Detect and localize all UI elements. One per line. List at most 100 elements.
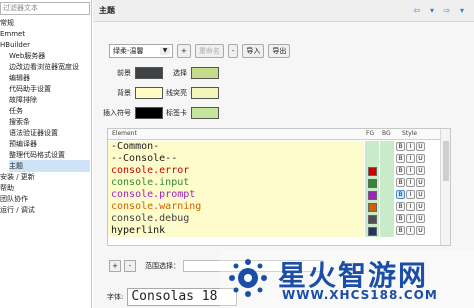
italic-toggle[interactable]: I <box>406 178 415 187</box>
italic-toggle[interactable]: I <box>406 214 415 223</box>
underline-toggle[interactable]: U <box>416 214 425 223</box>
fg-color-swatch[interactable] <box>367 178 377 188</box>
style-buttons: BIU <box>396 190 425 199</box>
italic-toggle[interactable]: I <box>406 154 415 163</box>
font-row: 字体: Consolas 18 <box>107 288 238 306</box>
bg-cell[interactable] <box>380 225 394 237</box>
bg-cell[interactable] <box>380 165 394 177</box>
header-fg: FG <box>366 130 375 137</box>
fg-color-swatch[interactable] <box>367 190 377 200</box>
underline-toggle[interactable]: U <box>416 190 425 199</box>
underline-toggle[interactable]: U <box>416 166 425 175</box>
bold-toggle[interactable]: B <box>396 202 405 211</box>
table-row[interactable]: console.debug B I U <box>108 213 450 225</box>
fg-cell[interactable] <box>365 213 379 225</box>
add-scope-button[interactable]: + <box>109 260 121 272</box>
color-settings: 前景 选择 背景 线突亮 插入符号 标签卡 <box>103 66 309 126</box>
italic-toggle[interactable]: I <box>406 226 415 235</box>
element-name: hyperlink <box>108 225 364 237</box>
header-style: Style <box>402 130 418 137</box>
background-label: 背景 <box>117 89 131 97</box>
font-label: 字体: <box>107 293 124 301</box>
page-title: 主题 <box>99 6 115 15</box>
element-name: -Common- <box>108 141 364 153</box>
bg-cell[interactable] <box>380 141 394 153</box>
bold-toggle[interactable]: B <box>396 190 405 199</box>
line-highlight-swatch[interactable] <box>191 87 219 99</box>
table-row[interactable]: console.input B I U <box>108 177 450 189</box>
fg-cell[interactable] <box>365 201 379 213</box>
italic-toggle[interactable]: I <box>406 142 415 151</box>
bg-cell[interactable] <box>380 153 394 165</box>
element-name: console.warning <box>108 201 364 213</box>
rename-theme-button[interactable]: 重命名 <box>194 44 224 58</box>
scrollbar-thumb[interactable] <box>443 141 449 181</box>
forward-arrow-icon[interactable]: ⇨ <box>441 5 453 15</box>
bold-toggle[interactable]: B <box>396 166 405 175</box>
back-arrow-icon[interactable]: ⇦ <box>411 5 423 15</box>
fg-cell[interactable] <box>365 177 379 189</box>
line-highlight-label: 线突亮 <box>166 89 187 97</box>
table-scrollbar[interactable] <box>440 129 450 245</box>
underline-toggle[interactable]: U <box>416 226 425 235</box>
underline-toggle[interactable]: U <box>416 154 425 163</box>
table-row[interactable]: hyperlink B I U <box>108 225 450 237</box>
fg-color-swatch[interactable] <box>367 226 377 236</box>
table-row[interactable]: console.warning B I U <box>108 201 450 213</box>
tab-swatch[interactable] <box>191 107 219 119</box>
bg-cell[interactable] <box>380 213 394 225</box>
fg-cell[interactable] <box>365 165 379 177</box>
bold-toggle[interactable]: B <box>396 154 405 163</box>
export-button[interactable]: 导出 <box>268 44 291 58</box>
filter-input[interactable]: 过滤器文本 <box>0 2 90 15</box>
table-row[interactable]: --Console-- B I U <box>108 153 450 165</box>
foreground-swatch[interactable] <box>135 67 163 79</box>
fg-cell[interactable] <box>365 225 379 237</box>
bold-toggle[interactable]: B <box>396 178 405 187</box>
bold-toggle[interactable]: B <box>396 142 405 151</box>
caret-swatch[interactable] <box>135 107 163 119</box>
bold-toggle[interactable]: B <box>396 214 405 223</box>
table-row[interactable]: console.error B I U <box>108 165 450 177</box>
bg-cell[interactable] <box>380 201 394 213</box>
remove-theme-button[interactable]: - <box>227 44 239 58</box>
selection-label: 选择 <box>173 69 187 77</box>
tree-item[interactable]: 运行 / 调试 <box>0 204 90 216</box>
italic-toggle[interactable]: I <box>406 202 415 211</box>
logo-icon <box>229 259 267 297</box>
bg-cell[interactable] <box>380 189 394 201</box>
remove-scope-button[interactable]: - <box>124 260 136 272</box>
element-name: --Console-- <box>108 153 364 165</box>
italic-toggle[interactable]: I <box>406 190 415 199</box>
fg-cell[interactable] <box>365 141 379 153</box>
nav-buttons: ⇦ ▾ ⇨ ▾ <box>411 5 468 15</box>
fg-color-swatch[interactable] <box>367 166 377 176</box>
fg-color-swatch[interactable] <box>367 214 377 224</box>
fg-color-swatch[interactable] <box>367 202 377 212</box>
underline-toggle[interactable]: U <box>416 178 425 187</box>
panel-header: 主题 ⇦ ▾ ⇨ ▾ <box>93 0 474 22</box>
header-element: Element <box>112 130 137 137</box>
chevron-down-icon[interactable]: ▾ <box>456 5 468 15</box>
underline-toggle[interactable]: U <box>416 202 425 211</box>
table-row[interactable]: console.prompt B I U <box>108 189 450 201</box>
bold-toggle[interactable]: B <box>396 226 405 235</box>
add-theme-button[interactable]: + <box>177 44 191 58</box>
preferences-window: 过滤器文本 常规 Emmet HBuilder Web服务器 边改边看浏览器宽度设 编辑器… <box>0 0 474 308</box>
style-buttons: BIU <box>396 178 425 187</box>
underline-toggle[interactable]: U <box>416 142 425 151</box>
tab-label: 标签卡 <box>166 109 187 117</box>
italic-toggle[interactable]: I <box>406 166 415 175</box>
table-rows: -Common- B I U --Console-- B I Uconsole.error B I… <box>108 141 450 237</box>
import-button[interactable]: 导入 <box>242 44 265 58</box>
theme-toolbar: 绿柔-温馨 ▼ + 重命名 - 导入 导出 <box>109 44 291 58</box>
watermark-url: WWW.XHCS188.COM <box>282 288 438 302</box>
chevron-down-icon[interactable]: ▾ <box>426 5 438 15</box>
fg-cell[interactable] <box>365 153 379 165</box>
fg-cell[interactable] <box>365 189 379 201</box>
table-row[interactable]: -Common- B I U <box>108 141 450 153</box>
selection-swatch[interactable] <box>191 67 219 79</box>
theme-select[interactable]: 绿柔-温馨 ▼ <box>109 44 173 58</box>
bg-cell[interactable] <box>380 177 394 189</box>
background-swatch[interactable] <box>135 87 163 99</box>
